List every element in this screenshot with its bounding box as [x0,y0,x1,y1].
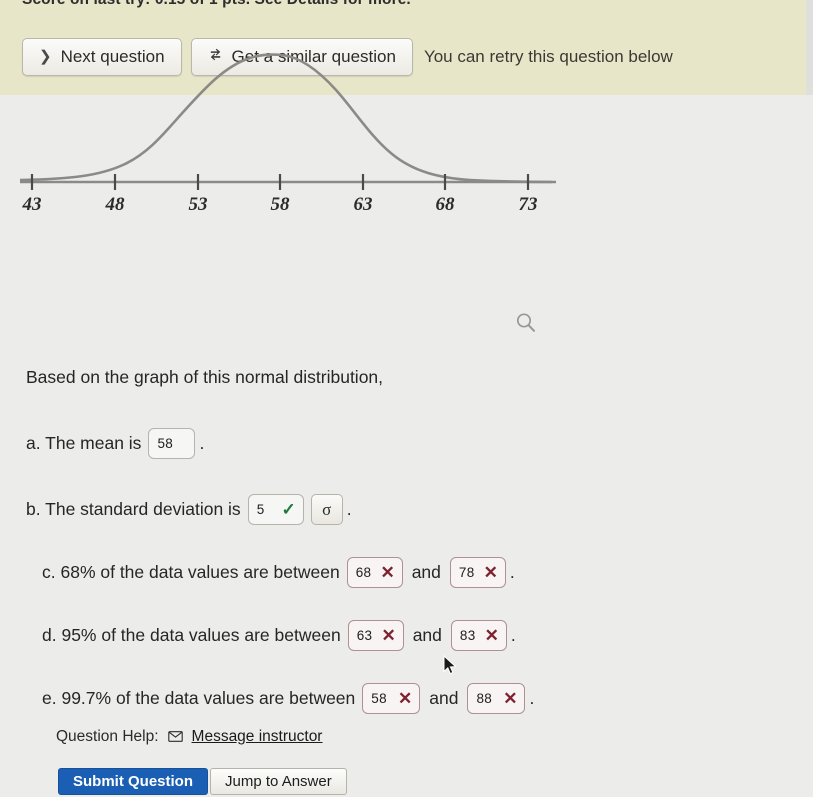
question-part-a: a. The mean is 58 . [26,428,204,459]
part-b-period: . [346,499,352,519]
part-d-answer-input-upper[interactable]: 83 ✕ [450,620,507,651]
jump-to-answer-button[interactable]: Jump to Answer [210,768,347,795]
part-e-answer-input-lower[interactable]: 58 ✕ [362,683,421,714]
axis-tick-label: 43 [22,194,42,215]
part-e-label: e. 99.7% of the data values are between [42,688,356,708]
axis-tick-label: 63 [354,194,373,215]
part-c-answer-value-lower: 68 [355,565,372,580]
part-c-conjunction: and [411,562,441,582]
incorrect-x-icon: ✕ [483,563,498,582]
part-c-answer-input-lower[interactable]: 68 ✕ [346,557,403,588]
incorrect-x-icon: ✕ [484,626,499,645]
normal-distribution-graph: 43 48 53 58 63 68 73 [0,14,580,224]
incorrect-x-icon: ✕ [381,626,396,645]
part-a-period: . [199,433,205,453]
axis-tick-label: 53 [189,194,208,215]
part-b-answer-input[interactable]: 5 ✓ [247,494,304,525]
question-intro: Based on the graph of this normal distri… [26,367,384,387]
submit-question-button[interactable]: Submit Question [58,768,208,795]
axis-tick-label: 73 [519,194,538,215]
part-d-label: d. 95% of the data values are between [42,625,341,645]
axis-tick-label: 58 [271,194,291,215]
correct-check-icon: ✓ [281,500,296,519]
question-part-e: e. 99.7% of the data values are between … [42,683,534,714]
envelope-icon [167,730,183,744]
axis-tick-label: 48 [105,194,126,215]
part-c-answer-input-upper[interactable]: 78 ✕ [449,557,506,588]
part-a-answer-value: 58 [157,436,174,451]
question-part-b: b. The standard deviation is 5 ✓ σ . [26,494,352,525]
axis-tick-label: 68 [436,194,456,215]
part-b-label: b. The standard deviation is [26,499,241,519]
question-page: Score on last try: 0.15 of 1 pts. See De… [0,0,813,797]
sigma-symbol-button[interactable]: σ [310,494,343,525]
question-help-label: Question Help: [56,728,159,745]
part-a-label: a. The mean is [26,433,142,453]
part-c-answer-value-upper: 78 [458,565,475,580]
part-d-answer-input-lower[interactable]: 63 ✕ [347,620,404,651]
message-instructor-link[interactable]: Message instructor [192,728,323,746]
part-e-answer-input-upper[interactable]: 88 ✕ [467,683,526,714]
part-e-period: . [529,688,535,708]
part-c-label: c. 68% of the data values are between [42,562,340,582]
score-text: Score on last try: 0.15 of 1 pts. See De… [22,0,411,9]
part-e-answer-value-upper: 88 [476,691,493,706]
part-d-answer-value-upper: 83 [459,628,476,643]
incorrect-x-icon: ✕ [398,689,413,708]
magnifier-icon[interactable] [513,310,543,340]
question-part-c: c. 68% of the data values are between 68… [42,557,515,588]
incorrect-x-icon: ✕ [503,689,518,708]
part-d-conjunction: and [412,625,442,645]
part-b-answer-value: 5 [256,502,265,517]
footer-button-row: Submit Question Jump to Answer [58,768,347,795]
part-d-answer-value-lower: 63 [356,628,373,643]
part-c-period: . [509,562,515,582]
part-e-answer-value-lower: 58 [371,691,387,706]
part-a-answer-input[interactable]: 58 [148,428,196,459]
incorrect-x-icon: ✕ [380,563,395,582]
question-part-d: d. 95% of the data values are between 63… [42,620,516,651]
part-d-period: . [510,625,516,645]
part-e-conjunction: and [429,688,459,708]
question-help-row: Question Help: Message instructor [56,728,322,746]
